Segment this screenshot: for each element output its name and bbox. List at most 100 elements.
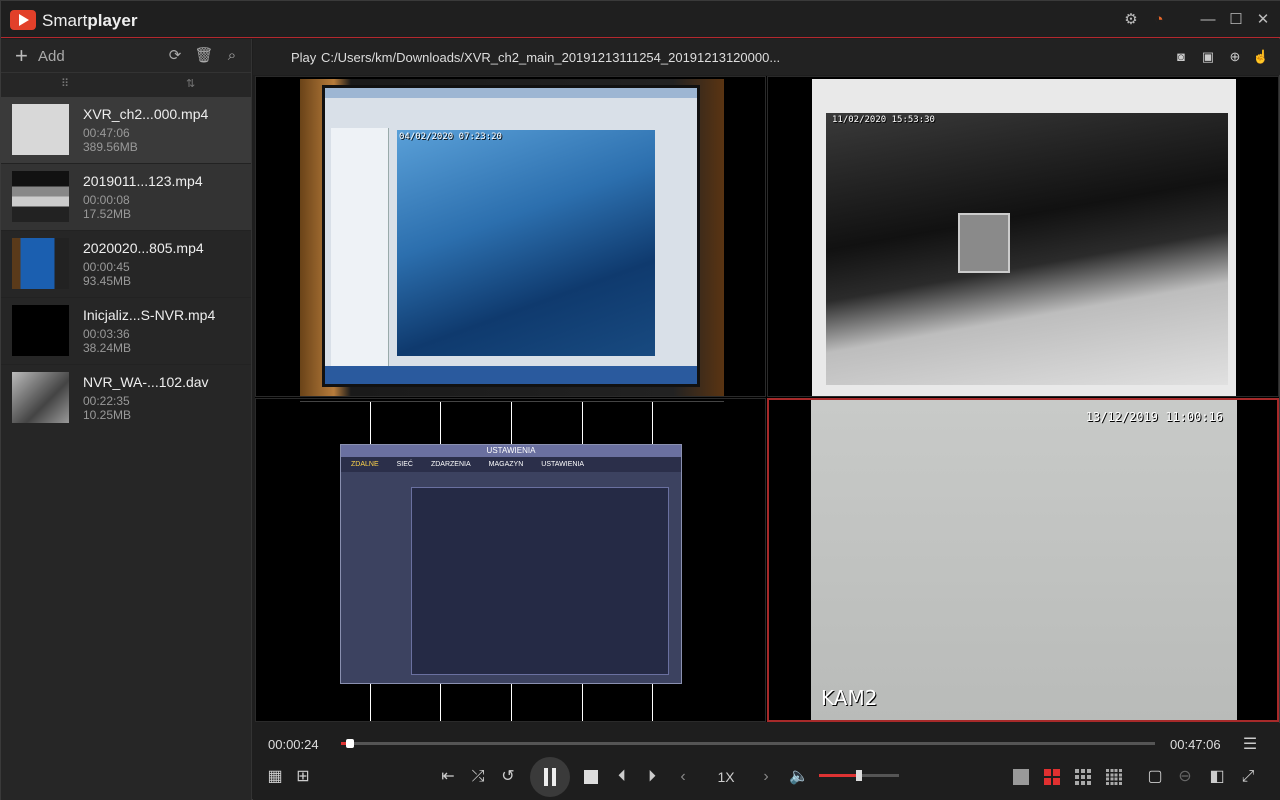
seek-bar[interactable]: [341, 739, 1155, 748]
dvr-dialog-title: USTAWIENIA: [341, 445, 681, 457]
video-pane-3[interactable]: USTAWIENIA ZDALNE SIEĆ ZDARZENIA MAGAZYN UST…: [255, 398, 766, 722]
window-mode-icon[interactable]: ▢: [1145, 765, 1165, 789]
clip-icon[interactable]: ▣: [1199, 48, 1217, 66]
file-name: NVR_WA-...102.dav: [83, 374, 209, 390]
repeat-icon[interactable]: ⤮: [467, 765, 489, 789]
video-pane-1[interactable]: 04/02/2020 07:23:20: [255, 76, 766, 397]
volume-handle[interactable]: [856, 770, 862, 781]
file-size: 389.56MB: [83, 140, 138, 154]
file-size: 93.45MB: [83, 274, 132, 288]
file-path-bar: Play C:/Users/km/Downloads/XVR_ch2_main_…: [253, 39, 1280, 75]
toolbox-icon[interactable]: ⊞: [293, 765, 313, 789]
file-name: Inicjaliz...S-NVR.mp4: [83, 307, 216, 323]
fullscreen-icon[interactable]: ⤢: [1238, 765, 1258, 789]
stop-button[interactable]: [581, 765, 601, 789]
seek-handle[interactable]: [345, 739, 354, 748]
video-thumbnail: [12, 104, 69, 155]
speed-value: 1X: [717, 769, 735, 785]
pause-button[interactable]: [530, 757, 570, 797]
file-duration: 00:00:08: [83, 193, 130, 207]
playlist-item[interactable]: 2020020...805.mp4 00:00:45 93.45MB: [1, 231, 251, 298]
video-thumbnail: [12, 238, 69, 289]
stop-icon: [584, 770, 598, 784]
prev-frame-icon[interactable]: ⏴: [611, 765, 633, 789]
video-thumbnail: [12, 305, 69, 356]
file-size: 10.25MB: [83, 408, 132, 422]
add-button[interactable]: Add: [38, 48, 65, 65]
record-icon[interactable]: ◔: [1149, 10, 1169, 30]
playlist-menu-icon[interactable]: ☰: [1240, 733, 1260, 757]
total-time: 00:47:06: [1170, 737, 1221, 752]
file-name: 2020020...805.mp4: [83, 240, 204, 256]
app-name: Smartplayer: [42, 11, 138, 30]
layout-4-icon[interactable]: [1044, 769, 1060, 785]
sort-icon[interactable]: ⇅: [186, 77, 195, 90]
zoom-icon[interactable]: ⊕: [1226, 48, 1244, 66]
aspect-ratio-icon[interactable]: ◧: [1207, 765, 1227, 789]
playlist-sidebar: + Add ⟳ 🗑 ⌕ ⠿ ⇅ XVR_ch2...000.mp4 00:47:…: [1, 39, 252, 800]
playback-controls: 00:00:24 00:47:06 ☰ ▦ ⊞ ⇤ ⤮ ↺ ⏴ ⏵ ‹ 1X ›…: [253, 723, 1280, 800]
file-name: 2019011...123.mp4: [83, 173, 203, 189]
layout-9-icon[interactable]: [1075, 769, 1091, 785]
smartplayer-window: Smartplayer ⚙ ◔ — ☐ ✕ + Add ⟳ 🗑 ⌕ ⠿ ⇅ XV…: [0, 0, 1280, 800]
camera-preview: 11/02/2020 15:53:30: [826, 113, 1228, 385]
close-icon[interactable]: ✕: [1253, 10, 1273, 30]
playlist-header: + Add ⟳ 🗑 ⌕: [1, 39, 251, 73]
slower-icon[interactable]: ‹: [675, 765, 691, 789]
layout-16-icon[interactable]: [1106, 769, 1122, 785]
camera-frame: USTAWIENIA ZDALNE SIEĆ ZDARZENIA MAGAZYN UST…: [300, 401, 724, 721]
camera-preview: 04/02/2020 07:23:20: [397, 130, 655, 356]
settings-icon[interactable]: ⚙: [1121, 10, 1141, 30]
file-duration: 00:22:35: [83, 394, 130, 408]
faster-icon[interactable]: ›: [758, 765, 774, 789]
minimize-icon[interactable]: —: [1198, 10, 1218, 30]
search-icon[interactable]: ⌕: [222, 46, 242, 66]
dvr-settings-dialog: USTAWIENIA ZDALNE SIEĆ ZDARZENIA MAGAZYN UST…: [340, 444, 682, 684]
file-duration: 00:03:36: [83, 327, 130, 341]
playlist-item[interactable]: XVR_ch2...000.mp4 00:47:06 389.56MB: [1, 97, 251, 164]
dvr-tabs: ZDALNE SIEĆ ZDARZENIA MAGAZYN USTAWIENIA: [341, 457, 681, 472]
mirror-icon[interactable]: ⊖: [1175, 765, 1195, 789]
video-grid: 04/02/2020 07:23:20 11/02/2020 15:53:30: [255, 76, 1279, 722]
frame-sync-icon[interactable]: ⇤: [437, 765, 459, 789]
playlist-item[interactable]: NVR_WA-...102.dav 00:22:35 10.25MB: [1, 365, 251, 432]
file-size: 38.24MB: [83, 341, 132, 355]
screenshot-list-icon[interactable]: ▦: [265, 765, 285, 789]
file-size: 17.52MB: [83, 207, 132, 221]
volume-slider[interactable]: [819, 770, 899, 781]
next-frame-icon[interactable]: ⏵: [641, 765, 663, 789]
camera-label: KAM2: [821, 686, 878, 710]
volume-level: [819, 774, 859, 777]
video-thumbnail: [12, 171, 69, 222]
camera-frame: 04/02/2020 07:23:20: [300, 79, 724, 396]
playlist-item[interactable]: 2019011...123.mp4 00:00:08 17.52MB: [1, 164, 251, 231]
add-icon[interactable]: +: [15, 43, 28, 69]
play-label: Play: [291, 50, 317, 65]
current-time: 00:00:24: [268, 737, 319, 752]
camera-timestamp: 13/12/2019 11:00:16: [1085, 410, 1223, 424]
sort-bar: ⠿ ⇅: [1, 73, 251, 97]
camera-frame: 13/12/2019 11:00:16 KAM2: [811, 400, 1237, 720]
file-duration: 00:00:45: [83, 260, 130, 274]
video-thumbnail: [12, 372, 69, 423]
playlist-item[interactable]: Inicjaliz...S-NVR.mp4 00:03:36 38.24MB: [1, 298, 251, 365]
camera-timestamp: 04/02/2020 07:23:20: [399, 132, 502, 142]
grid-view-icon[interactable]: ⠿: [61, 77, 69, 90]
pin-icon[interactable]: ☝: [1252, 48, 1270, 66]
snapshot-icon[interactable]: ◙: [1172, 48, 1190, 66]
refresh-icon[interactable]: ⟳: [165, 46, 185, 66]
camera-timestamp: 11/02/2020 15:53:30: [832, 115, 935, 125]
trash-icon[interactable]: 🗑: [194, 46, 214, 66]
volume-icon[interactable]: 🔈: [788, 765, 810, 789]
maximize-icon[interactable]: ☐: [1226, 10, 1246, 30]
monitor-screen: 04/02/2020 07:23:20: [322, 85, 700, 387]
rewind-icon[interactable]: ↺: [498, 765, 518, 789]
title-bar: Smartplayer ⚙ ◔ — ☐ ✕: [1, 1, 1280, 38]
video-pane-4[interactable]: 13/12/2019 11:00:16 KAM2: [767, 398, 1279, 722]
app-logo-icon: [10, 10, 36, 30]
layout-1-icon[interactable]: [1013, 769, 1029, 785]
video-pane-2[interactable]: 11/02/2020 15:53:30: [767, 76, 1279, 397]
camera-frame: 11/02/2020 15:53:30: [812, 79, 1236, 396]
file-duration: 00:47:06: [83, 126, 130, 140]
file-name: XVR_ch2...000.mp4: [83, 106, 209, 122]
